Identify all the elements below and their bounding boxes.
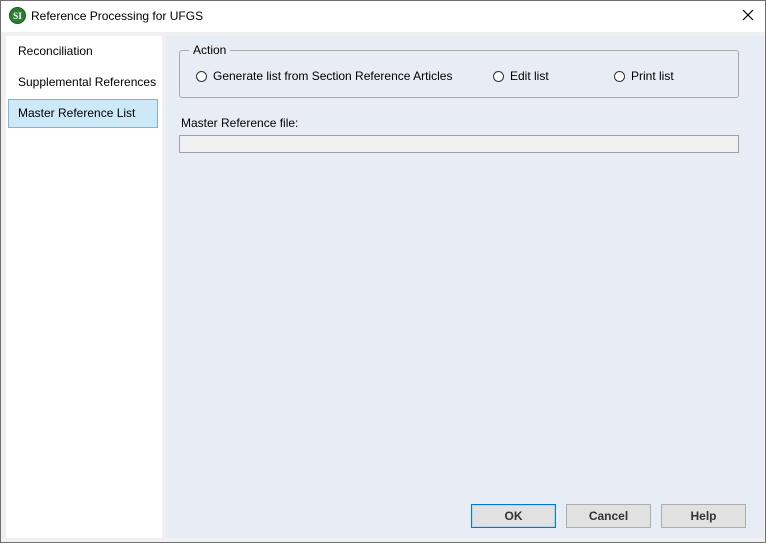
sidebar-item-supplemental-references[interactable]: Supplemental References	[8, 68, 158, 97]
dialog-window: SI Reference Processing for UFGS Reconci…	[0, 0, 766, 543]
close-button[interactable]	[731, 1, 765, 32]
sidebar-item-label: Supplemental References	[18, 75, 157, 89]
radio-print-list[interactable]: Print list	[614, 69, 674, 83]
svg-text:SI: SI	[13, 12, 22, 22]
content-panel: Action Generate list from Section Refere…	[166, 36, 764, 538]
radio-generate-list[interactable]: Generate list from Section Reference Art…	[196, 69, 452, 83]
cancel-button[interactable]: Cancel	[566, 504, 651, 528]
radio-edit-list[interactable]: Edit list	[493, 69, 549, 83]
master-reference-file-input[interactable]	[179, 135, 739, 153]
radio-button-icon[interactable]	[614, 70, 625, 82]
radio-button-icon[interactable]	[493, 70, 504, 82]
si-logo-icon: SI	[9, 7, 26, 24]
close-icon	[742, 9, 754, 24]
sidebar-item-reconciliation[interactable]: Reconciliation	[8, 37, 158, 66]
title-bar[interactable]: SI Reference Processing for UFGS	[1, 1, 765, 32]
radio-label: Generate list from Section Reference Art…	[213, 69, 453, 83]
radio-button-icon[interactable]	[196, 70, 207, 82]
sidebar-nav: Reconciliation Supplemental References M…	[6, 36, 162, 538]
radio-label: Edit list	[510, 69, 549, 83]
help-button[interactable]: Help	[661, 504, 746, 528]
sidebar-item-label: Master Reference List	[18, 106, 136, 120]
action-group-legend: Action	[189, 43, 231, 57]
sidebar-item-label: Reconciliation	[18, 44, 93, 58]
action-groupbox: Action Generate list from Section Refere…	[179, 43, 739, 98]
radio-label: Print list	[631, 69, 674, 83]
master-reference-file-label: Master Reference file:	[181, 116, 299, 130]
window-title: Reference Processing for UFGS	[31, 9, 204, 23]
dialog-body: Reconciliation Supplemental References M…	[1, 32, 765, 542]
ok-button[interactable]: OK	[471, 504, 556, 528]
sidebar-item-master-reference-list[interactable]: Master Reference List	[8, 99, 158, 128]
